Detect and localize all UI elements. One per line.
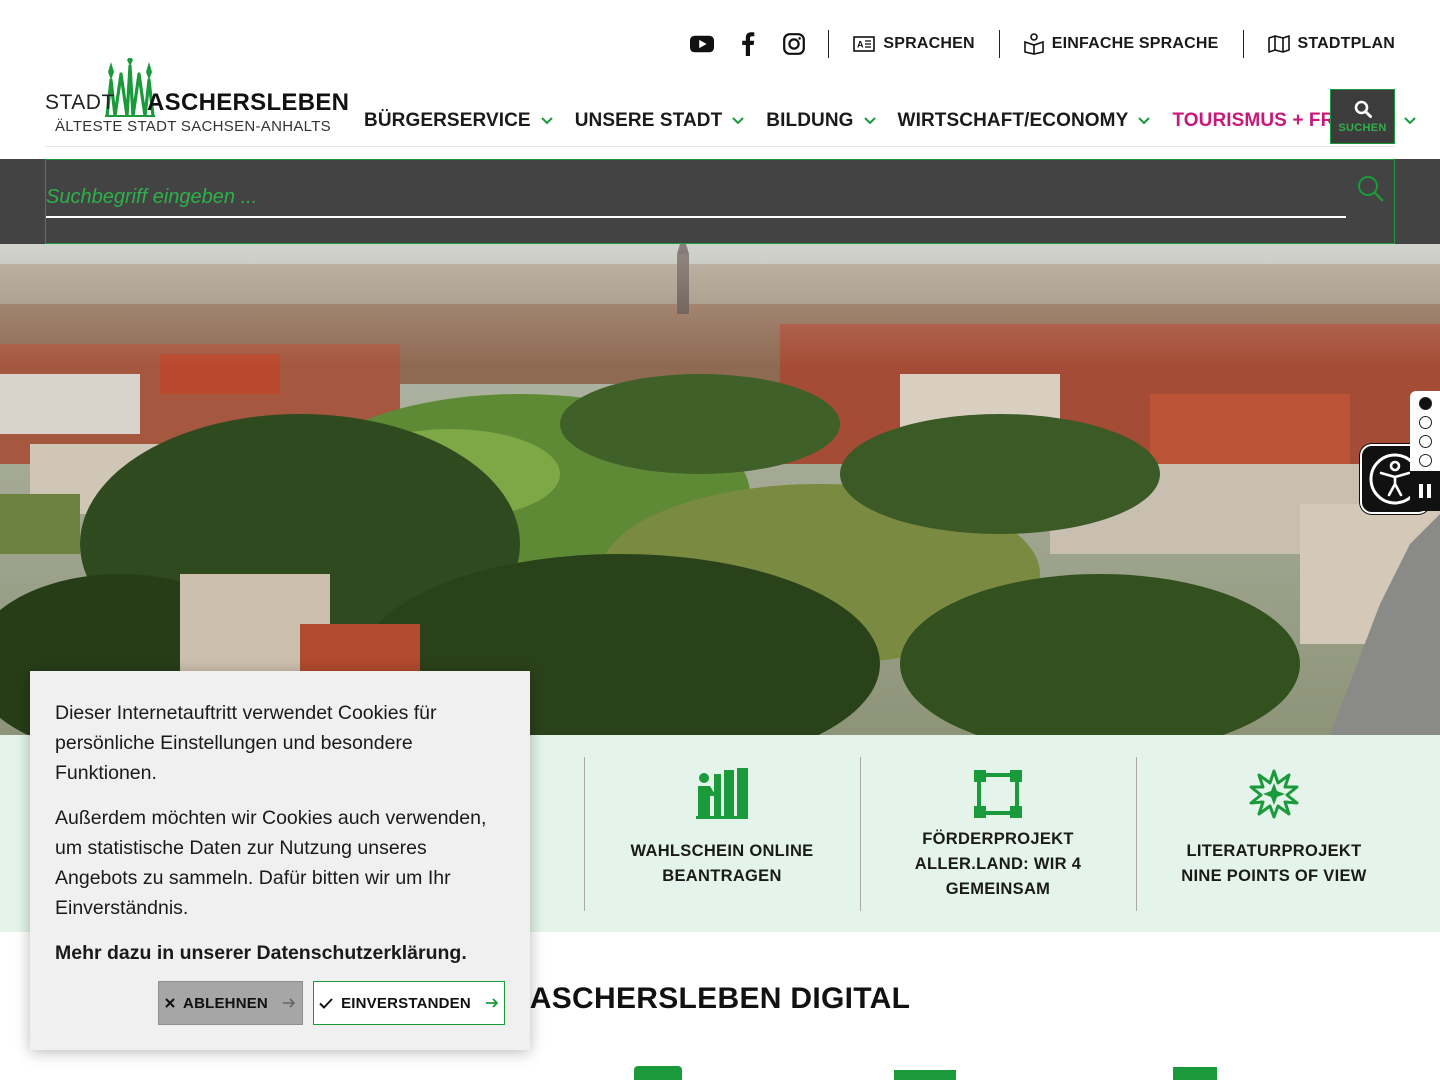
pause-icon <box>1419 484 1431 498</box>
cookie-accept-button[interactable]: EINVERSTANDEN <box>313 981 505 1025</box>
slider-dot[interactable] <box>1418 397 1432 410</box>
quicklink-label: LITERATURPROJEKT NINE POINTS OF VIEW <box>1181 842 1367 885</box>
nav-item-buergerservice[interactable]: BÜRGERSERVICE <box>364 110 553 132</box>
languages-label: SPRACHEN <box>883 35 975 52</box>
cookie-reject-label: ABLEHNEN <box>183 994 268 1012</box>
signpost-icon[interactable] <box>1173 1067 1217 1080</box>
logo-tagline: ÄLTESTE STADT SACHSEN-ANHALTS <box>55 118 331 135</box>
privacy-policy-link[interactable]: Mehr dazu in unserer Datenschutzerklärun… <box>55 938 505 968</box>
divider <box>860 757 861 911</box>
slider-dot[interactable] <box>1418 454 1432 467</box>
easy-language-label: EINFACHE SPRACHE <box>1051 35 1219 52</box>
check-icon <box>319 997 333 1009</box>
social-links <box>690 32 806 56</box>
quicklink-literaturprojekt[interactable]: LITERATURPROJEKT NINE POINTS OF VIEW <box>1136 757 1412 911</box>
logo-word-city: ASCHERSLEBEN <box>147 89 350 116</box>
quicklink-foerderprojekt[interactable]: FÖRDERPROJEKT ALLER.LAND: WIR 4 GEMEINSA… <box>860 757 1136 911</box>
book-reader-icon <box>1023 33 1044 55</box>
logo-word-stadt: STADT <box>45 91 115 114</box>
chevron-down-icon <box>1404 117 1416 125</box>
nav-item-unsere-stadt[interactable]: UNSERE STADT <box>575 110 745 132</box>
starburst-icon <box>1249 763 1299 825</box>
map-icon <box>1267 35 1290 53</box>
cookie-text-intro: Dieser Internetauftritt verwendet Cookie… <box>55 702 437 784</box>
divider <box>1136 757 1137 911</box>
chevron-down-icon <box>732 117 745 125</box>
chevron-down-icon <box>541 117 553 125</box>
search-form <box>45 159 1395 244</box>
nav-item-bildung[interactable]: BILDUNG <box>766 110 876 132</box>
arrow-right-icon <box>485 998 499 1008</box>
divider <box>584 757 585 911</box>
svg-text:A: A <box>857 40 864 50</box>
search-submit-icon[interactable] <box>1356 174 1386 204</box>
chevron-down-icon <box>863 117 876 125</box>
nav-item-label: WIRTSCHAFT/ECONOMY <box>897 110 1129 131</box>
search-toggle-label: SUCHEN <box>1338 121 1387 134</box>
cookie-text-statistics: Außerdem möchten wir Cookies auch verwen… <box>55 807 487 919</box>
city-map-label: STADTPLAN <box>1297 35 1395 52</box>
quicklink-label: FÖRDERPROJEKT ALLER.LAND: WIR 4 GEMEINSA… <box>914 830 1082 898</box>
search-icon <box>1354 100 1372 118</box>
facebook-icon[interactable] <box>736 32 760 56</box>
nav-item-label: BÜRGERSERVICE <box>364 110 531 131</box>
vector-square-icon <box>973 763 1023 825</box>
main-navigation: BÜRGERSERVICE UNSERE STADT BILDUNG WIRTS… <box>364 110 1438 132</box>
cookie-accept-label: EINVERSTANDEN <box>341 994 471 1012</box>
city-map-link[interactable]: STADTPLAN <box>1244 35 1396 53</box>
nav-item-label: BILDUNG <box>766 110 854 131</box>
hero-slider <box>0 244 1440 735</box>
search-toggle-button[interactable]: SUCHEN <box>1330 89 1395 144</box>
close-icon <box>165 998 175 1008</box>
header-divider <box>45 146 1395 147</box>
languages-link[interactable]: A SPRACHEN <box>829 35 998 53</box>
youtube-icon[interactable] <box>690 32 715 56</box>
slider-dot[interactable] <box>1418 435 1432 448</box>
cookie-reject-button[interactable]: ABLEHNEN <box>158 981 303 1025</box>
slider-pause-button[interactable] <box>1410 471 1440 511</box>
chevron-down-icon <box>1138 117 1151 125</box>
nav-item-label: UNSERE STADT <box>574 110 723 131</box>
calendar-icon[interactable] <box>634 1066 682 1080</box>
arrow-right-icon <box>282 998 296 1008</box>
nav-item-wirtschaft[interactable]: WIRTSCHAFT/ECONOMY <box>898 110 1151 132</box>
quicklink-label: WAHLSCHEIN ONLINE BEANTRAGEN <box>630 842 814 885</box>
utility-bar: A SPRACHEN EINFACHE SPRACHE STADTPLAN <box>690 28 1395 60</box>
slider-dot[interactable] <box>1418 416 1432 429</box>
voting-booth-icon <box>694 763 750 825</box>
site-logo[interactable]: STADT ASCHERSLEBEN ÄLTESTE STADT SACHSEN… <box>45 56 349 138</box>
easy-language-link[interactable]: EINFACHE SPRACHE <box>1000 33 1243 55</box>
search-input[interactable] <box>46 178 1346 218</box>
cookie-consent-dialog: Dieser Internetauftritt verwendet Cookie… <box>30 671 530 1050</box>
hero-aerial-image <box>0 244 1440 735</box>
instagram-icon[interactable] <box>782 32 806 56</box>
language-icon: A <box>853 36 876 52</box>
laptop-icon[interactable] <box>894 1070 956 1080</box>
quicklink-wahlschein[interactable]: WAHLSCHEIN ONLINE BEANTRAGEN <box>584 757 860 911</box>
